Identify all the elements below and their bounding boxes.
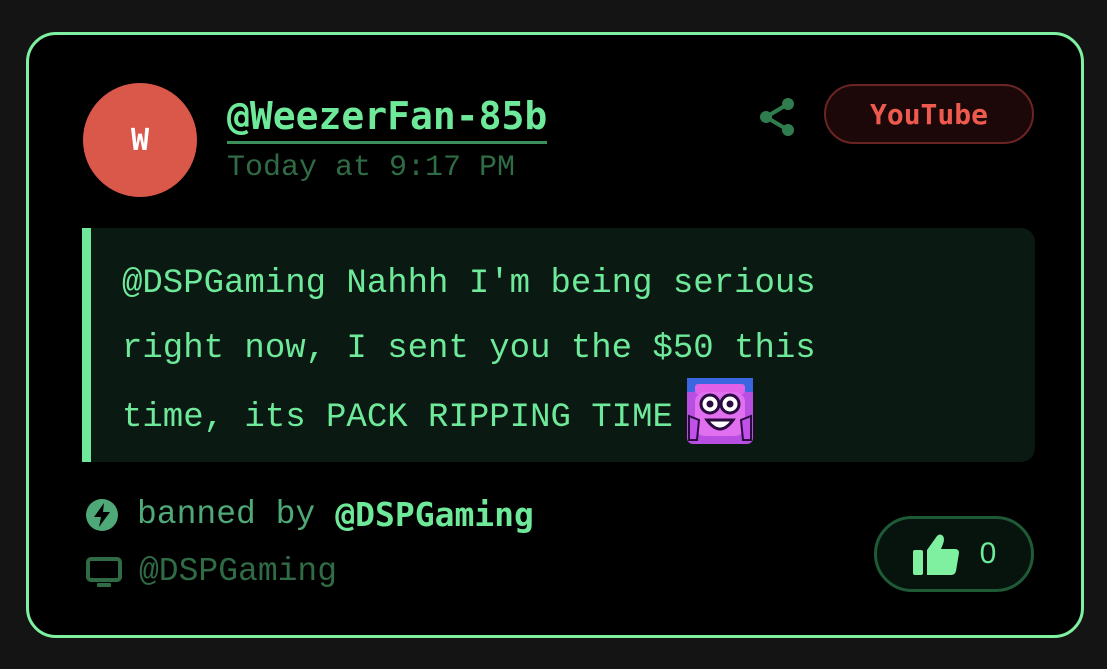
ban-info-row: banned by @DSPGaming (85, 495, 534, 534)
message-timestamp: Today at 9:17 PM (227, 151, 516, 185)
channel-row: @DSPGaming (85, 553, 337, 590)
ban-label: banned by (137, 496, 316, 533)
avatar[interactable]: W (83, 83, 197, 197)
platform-badge-label: YouTube (869, 97, 988, 131)
message-line-with-emote: time, its PACK RIPPING TIME (122, 378, 1005, 452)
like-count: 0 (979, 537, 997, 570)
message-line: @DSPGaming Nahhh I'm being serious (122, 265, 816, 303)
message-line: time, its PACK RIPPING TIME (122, 398, 673, 437)
avatar-initial: W (130, 122, 150, 158)
lightning-bolt-icon (86, 498, 118, 531)
thumbs-up-icon (912, 534, 959, 575)
message-line: right now, I sent you the $50 this (122, 330, 816, 368)
message-body: @DSPGaming Nahhh I'm being serious right… (82, 228, 1035, 462)
surprised-face-emote (686, 378, 753, 444)
chat-message-card: W @WeezerFan-85b Today at 9:17 PM YouTub… (26, 32, 1084, 638)
username-link[interactable]: @WeezerFan-85b (227, 93, 548, 144)
platform-badge: YouTube (824, 84, 1034, 144)
tv-icon (86, 556, 122, 587)
channel-name[interactable]: @DSPGaming (139, 553, 337, 590)
like-button[interactable]: 0 (874, 516, 1034, 592)
banned-by-user[interactable]: @DSPGaming (335, 495, 534, 534)
share-icon[interactable] (757, 95, 797, 139)
